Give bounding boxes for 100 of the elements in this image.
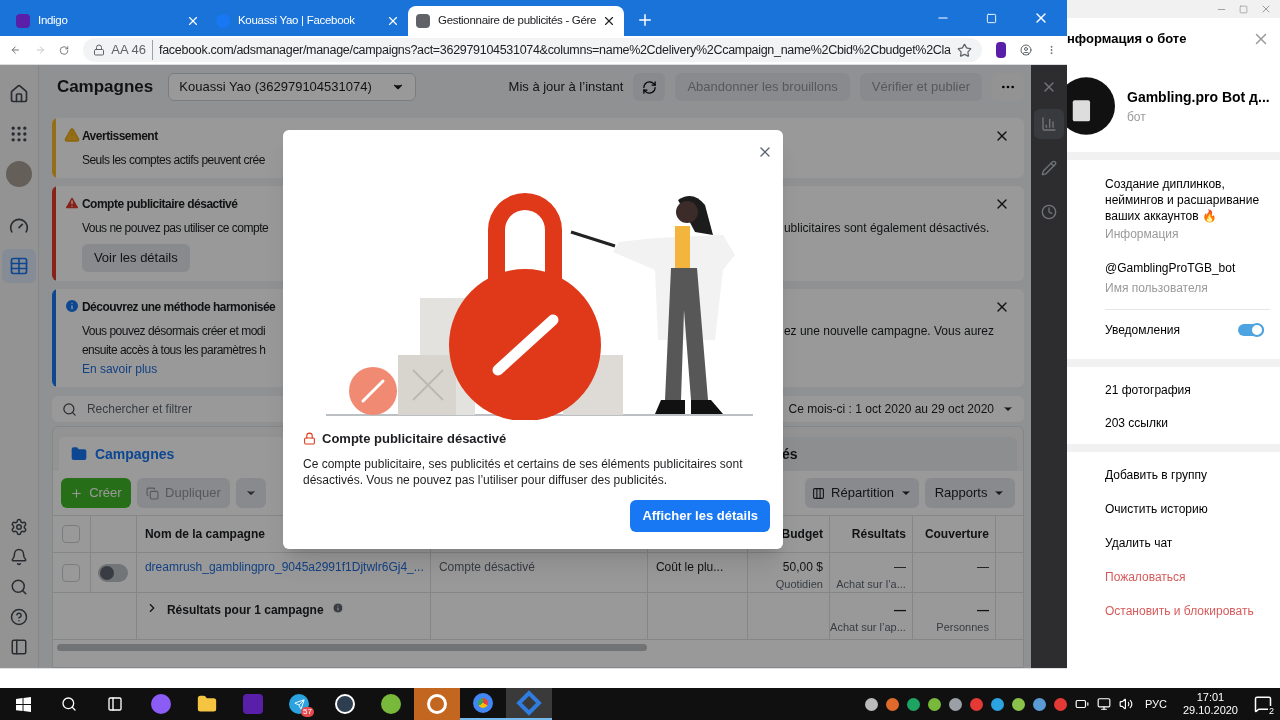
columns-icon bbox=[812, 486, 826, 500]
bar-chart-tool-button[interactable] bbox=[1034, 109, 1064, 139]
warning-icon bbox=[63, 127, 80, 143]
avatar bbox=[1067, 76, 1115, 136]
tray-app-icon[interactable] bbox=[864, 697, 878, 711]
bot-name: Gambling.pro Bot д... bbox=[1127, 87, 1270, 107]
date-range-select[interactable]: Ce mois-ci : 1 oct 2020 au 29 oct 2020 bbox=[788, 400, 1015, 418]
folder-icon bbox=[70, 446, 87, 462]
tray-app-icon[interactable] bbox=[990, 697, 1004, 711]
unread-badge: 57 bbox=[301, 707, 314, 717]
bell-icon[interactable] bbox=[9, 548, 28, 566]
tray-app-icon[interactable] bbox=[1032, 697, 1046, 711]
circle-app-icon[interactable] bbox=[151, 694, 171, 714]
browser-tab[interactable]: Indigo bbox=[8, 6, 208, 36]
table-cell-text: Compte désactivé bbox=[438, 559, 535, 576]
refresh-button[interactable] bbox=[633, 73, 666, 101]
media-link[interactable]: 203 ссылки bbox=[1105, 414, 1280, 432]
alert-title: Avertissement bbox=[81, 128, 158, 145]
bot-description: Создание диплинков, неймингов и расшаривание ваших аккаунтов 🔥 bbox=[1105, 176, 1261, 224]
browser-icon[interactable] bbox=[473, 693, 493, 713]
settings-icon[interactable] bbox=[9, 518, 28, 536]
tray-app-icon[interactable] bbox=[927, 697, 941, 711]
tab-title: Indigo bbox=[38, 13, 69, 29]
column-header: Résultats bbox=[851, 526, 906, 543]
checkbox[interactable] bbox=[62, 525, 81, 543]
network-icon[interactable] bbox=[1096, 697, 1111, 711]
clock[interactable]: 17:01 29.10.2020 bbox=[1182, 691, 1238, 717]
tray-app-icon[interactable] bbox=[969, 697, 983, 711]
clock-icon bbox=[1041, 204, 1057, 220]
details-button[interactable]: Voir les détails bbox=[81, 244, 190, 272]
volume-icon[interactable] bbox=[1118, 697, 1133, 711]
round-app-icon[interactable] bbox=[381, 694, 401, 714]
menu-item[interactable]: Остановить и блокировать bbox=[1105, 602, 1280, 620]
details-button[interactable]: Afficher les détails bbox=[630, 500, 770, 532]
panel-icon[interactable] bbox=[9, 638, 28, 656]
column-header: Nom de la campagne bbox=[144, 526, 265, 543]
account-name: Kouassi Yao (362979104531074) bbox=[179, 78, 373, 97]
help-icon[interactable] bbox=[9, 608, 28, 626]
reports-button[interactable]: Rapports bbox=[925, 478, 1016, 508]
plus-icon bbox=[70, 486, 84, 500]
media-link[interactable]: 21 фотография bbox=[1105, 381, 1280, 399]
menu-item[interactable]: Добавить в группу bbox=[1105, 466, 1280, 484]
menu-item[interactable]: Пожаловаться bbox=[1105, 568, 1280, 586]
site-info-label: AA 46 bbox=[111, 40, 154, 60]
notifications-icon[interactable] bbox=[1254, 695, 1272, 713]
scrollbar[interactable] bbox=[56, 644, 647, 651]
address-bar[interactable]: AA 46 facebook.com/adsmanager/manage/campaigns?act=362979104531074&columns=name%2Cdelivery%2Ccampaign_name%2Cbid%2Cbudget%2Cla bbox=[83, 38, 982, 62]
language-indicator[interactable]: РУС bbox=[1144, 695, 1167, 713]
column-header: Couverture bbox=[924, 526, 989, 543]
column-header: Budget bbox=[781, 526, 823, 543]
tray-app-icon[interactable] bbox=[885, 697, 899, 711]
profile-icon[interactable] bbox=[1020, 41, 1033, 59]
update-status: Mis à jour à l’instant bbox=[508, 78, 624, 97]
table-cell-text: Quotidien bbox=[775, 577, 823, 592]
close-tab-icon[interactable] bbox=[602, 14, 616, 28]
folder-icon[interactable] bbox=[197, 694, 217, 714]
field-label: Информация bbox=[1105, 226, 1180, 243]
alert-text: Vous ne pouvez pas utiliser ce compte bbox=[81, 221, 269, 235]
warning-icon bbox=[63, 195, 80, 211]
tray-app-icon[interactable] bbox=[906, 697, 920, 711]
refresh-icon bbox=[641, 79, 657, 95]
facebook-icon bbox=[216, 14, 230, 28]
table-cell-text: — bbox=[976, 602, 989, 619]
search-icon[interactable] bbox=[61, 696, 77, 712]
campaign-link[interactable]: dreamrush_gamblingpro_9045a2991f1Djtwlr6Gj4_... bbox=[144, 558, 424, 576]
tab-title: Gestionnaire de publicités - Gére bbox=[438, 13, 594, 29]
setting-label: Уведомления bbox=[1105, 321, 1181, 339]
extension-icon[interactable] bbox=[995, 42, 1007, 58]
app-icon bbox=[16, 14, 30, 28]
toggle-switch[interactable] bbox=[98, 563, 129, 582]
summary-label: Résultats pour 1 campagne bbox=[166, 602, 324, 619]
tray-app-icon[interactable] bbox=[1011, 697, 1025, 711]
round-app-icon[interactable] bbox=[335, 694, 355, 714]
notifications-toggle[interactable] bbox=[1238, 323, 1264, 336]
menu-item[interactable]: Удалить чат bbox=[1105, 534, 1280, 552]
dialog-title: Compte publicitaire désactivé bbox=[322, 430, 507, 448]
ads-manager-icon bbox=[416, 14, 430, 28]
lock-icon bbox=[93, 44, 106, 56]
table-cell-text: — bbox=[893, 602, 906, 619]
task-view-icon[interactable] bbox=[107, 696, 123, 712]
bookmark-icon[interactable] bbox=[956, 42, 972, 58]
panel-title: нформация о боте bbox=[1067, 30, 1187, 49]
breakdown-button[interactable]: Répartition bbox=[805, 478, 920, 508]
tray-app-icon[interactable] bbox=[948, 697, 962, 711]
new-tab-icon[interactable] bbox=[636, 11, 654, 29]
table-nav-button[interactable] bbox=[1, 249, 36, 283]
gauge-icon bbox=[8, 216, 29, 236]
alert-title: Compte publicitaire désactivé bbox=[81, 196, 238, 213]
windows-icon[interactable] bbox=[15, 696, 31, 712]
url-text: facebook.com/adsmanager/manage/campaigns?act=362979104531074&columns=name%2Cdelivery%2Ccampaign_name%2Cbid%2Cbudget%2Cla bbox=[159, 41, 951, 59]
alert-text: ublicitaires sont également désactivés. bbox=[783, 220, 990, 237]
browser-tab[interactable]: Kouassi Yao | Facebook bbox=[208, 6, 408, 36]
battery-icon[interactable] bbox=[1074, 697, 1089, 711]
checkbox[interactable] bbox=[62, 563, 81, 582]
menu-item[interactable]: Очистить историю bbox=[1105, 500, 1280, 518]
browser-tab[interactable]: Gestionnaire de publicités - Gére bbox=[408, 6, 624, 36]
learn-more-link[interactable]: En savoir plus bbox=[81, 360, 158, 378]
table-cell-text: Coût le plu... bbox=[655, 559, 724, 576]
account-select[interactable]: Kouassi Yao (362979104531074) bbox=[168, 73, 417, 101]
tray-app-icon[interactable] bbox=[1053, 697, 1067, 711]
